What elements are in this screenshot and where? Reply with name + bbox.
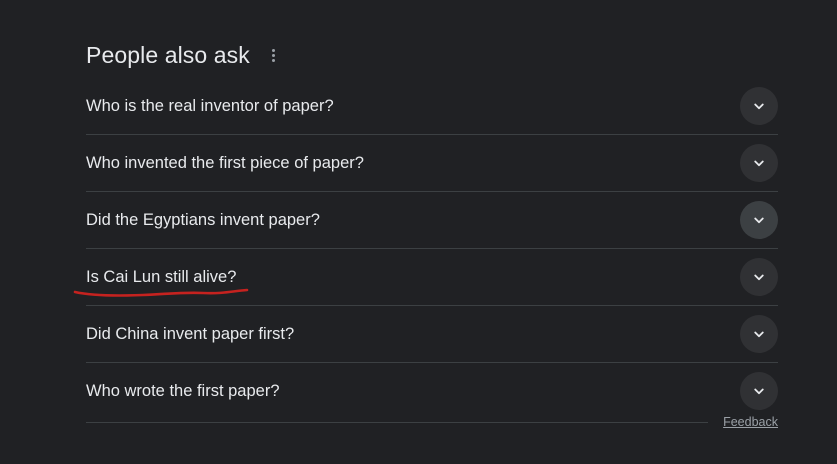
question-item[interactable]: Who wrote the first paper? — [86, 363, 778, 419]
chevron-down-icon[interactable] — [740, 258, 778, 296]
chevron-down-icon[interactable] — [740, 87, 778, 125]
chevron-down-icon[interactable] — [740, 372, 778, 410]
chevron-down-icon[interactable] — [740, 315, 778, 353]
question-item[interactable]: Who invented the first piece of paper? — [86, 135, 778, 192]
question-text: Who is the real inventor of paper? — [86, 97, 334, 115]
question-text: Who invented the first piece of paper? — [86, 154, 364, 172]
question-text: Who wrote the first paper? — [86, 382, 280, 400]
question-item[interactable]: Who is the real inventor of paper? — [86, 78, 778, 135]
question-list: Who is the real inventor of paper? Who i… — [73, 78, 778, 419]
section-header: People also ask — [86, 36, 284, 74]
question-item[interactable]: Did China invent paper first? — [86, 306, 778, 363]
chevron-down-icon[interactable] — [740, 144, 778, 182]
section-footer: Feedback — [86, 414, 778, 432]
question-item[interactable]: Did the Egyptians invent paper? — [86, 192, 778, 249]
red-handdrawn-underline — [73, 288, 249, 297]
chevron-down-icon[interactable] — [740, 201, 778, 239]
question-text: Is Cai Lun still alive? — [86, 268, 237, 286]
more-vert-icon[interactable] — [264, 41, 284, 69]
footer-divider — [86, 422, 708, 423]
section-title: People also ask — [86, 41, 250, 68]
question-text: Did China invent paper first? — [86, 325, 295, 343]
question-text: Did the Egyptians invent paper? — [86, 211, 320, 229]
question-item[interactable]: Is Cai Lun still alive? — [73, 249, 778, 306]
feedback-link[interactable]: Feedback — [723, 415, 778, 429]
